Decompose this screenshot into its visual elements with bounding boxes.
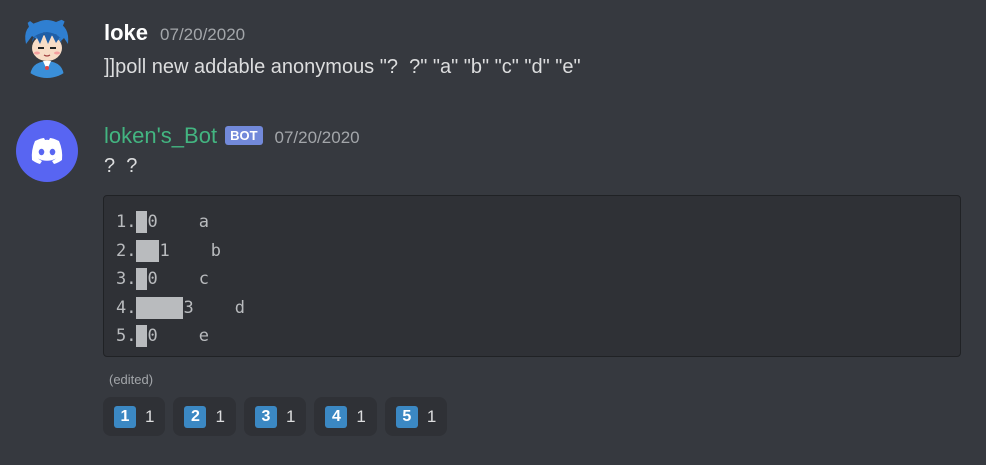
poll-bar xyxy=(136,268,148,291)
poll-line-count: 3 xyxy=(183,297,194,318)
message-content: ? ? xyxy=(104,155,138,177)
reaction-keycap-4[interactable]: 4 1 xyxy=(314,397,377,436)
poll-line-label: d xyxy=(234,297,245,318)
reaction-count: 1 xyxy=(426,406,437,426)
anime-character-avatar-icon xyxy=(25,18,69,78)
poll-line-count: 0 xyxy=(147,326,158,346)
poll-line-label: b xyxy=(210,240,221,261)
username[interactable]: loke xyxy=(104,20,148,46)
keycap-3-icon: 3 xyxy=(254,405,277,428)
bot-avatar[interactable] xyxy=(16,120,78,182)
discord-logo-icon xyxy=(31,138,63,164)
poll-line-label: c xyxy=(198,269,209,289)
keycap-5-icon: 5 xyxy=(395,405,418,428)
reaction-count: 1 xyxy=(285,406,296,426)
edited-marker: (edited) xyxy=(109,372,154,387)
bot-tag-badge: BOT xyxy=(225,126,263,145)
poll-line-prefix: 1. xyxy=(116,212,137,232)
poll-line: 4. 3 d xyxy=(116,294,948,323)
poll-line: 3. 0 c xyxy=(116,265,948,294)
reaction-keycap-3[interactable]: 3 1 xyxy=(243,397,307,436)
poll-line-label: e xyxy=(198,326,209,346)
poll-line-label: a xyxy=(198,212,209,232)
reaction-count: 1 xyxy=(145,406,155,426)
poll-bar xyxy=(136,296,184,319)
poll-line: 5. 0 e xyxy=(116,322,948,351)
keycap-2-icon: 2 xyxy=(184,405,207,428)
poll-line-prefix: 5. xyxy=(116,326,137,346)
keycap-1-icon: 1 xyxy=(114,405,136,428)
poll-line-count: 1 xyxy=(159,240,170,261)
poll-line-prefix: 3. xyxy=(116,269,137,289)
reactions-bar: 1 1 2 1 3 1 4 1 5 1 xyxy=(103,397,448,436)
poll-bar xyxy=(136,211,148,234)
bot-username[interactable]: loken's_Bot xyxy=(104,123,217,149)
reaction-keycap-5[interactable]: 5 1 xyxy=(384,397,448,436)
poll-codeblock: 1. 0 a 2. 1 b 3. 0 c 4. 3 d 5. 0 e xyxy=(103,195,961,357)
reaction-count: 1 xyxy=(215,406,225,426)
keycap-4-icon: 4 xyxy=(325,405,348,428)
poll-line-count: 0 xyxy=(147,212,158,232)
poll-line: 2. 1 b xyxy=(116,237,948,266)
poll-line-count: 0 xyxy=(147,269,158,289)
message-content: ]]poll new addable anonymous "? ?" "a" "… xyxy=(104,56,581,78)
reaction-keycap-1[interactable]: 1 1 xyxy=(103,397,166,436)
message-timestamp: 07/20/2020 xyxy=(274,128,360,147)
reaction-keycap-2[interactable]: 2 1 xyxy=(173,397,236,436)
user-avatar[interactable] xyxy=(16,16,78,78)
poll-line-prefix: 4. xyxy=(116,297,137,318)
poll-line-prefix: 2. xyxy=(116,240,137,261)
poll-bar xyxy=(136,325,148,348)
poll-line: 1. 0 a xyxy=(116,208,948,237)
message-timestamp: 07/20/2020 xyxy=(160,25,246,44)
poll-bar xyxy=(136,239,160,262)
reaction-count: 1 xyxy=(356,406,366,426)
